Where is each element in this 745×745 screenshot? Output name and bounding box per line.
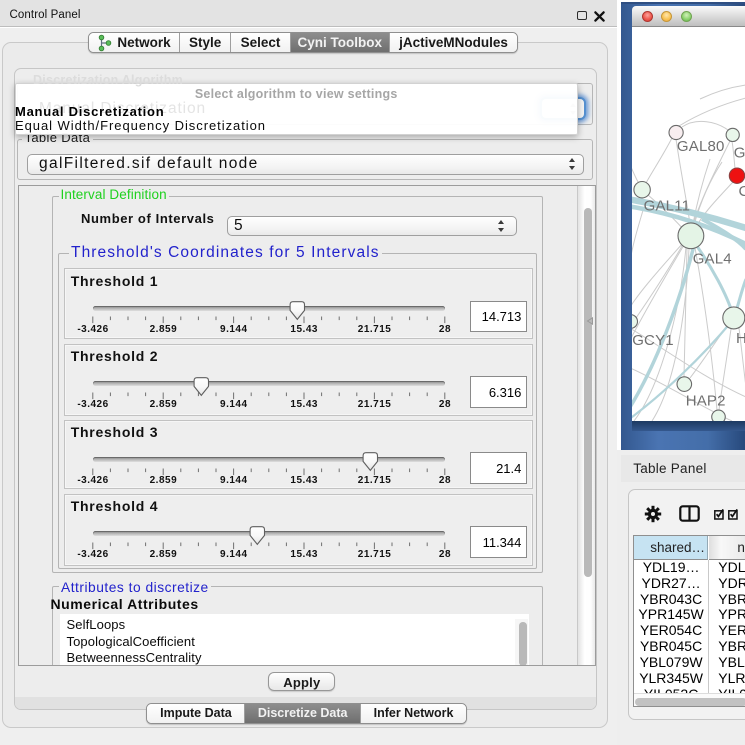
svg-text:GAL4: GAL4 <box>692 251 731 268</box>
svg-text:HAP2: HAP2 <box>685 393 725 410</box>
svg-text:GAL11: GAL11 <box>643 198 690 215</box>
svg-text:GCY1: GCY1 <box>632 332 674 349</box>
svg-text:GAL80: GAL80 <box>676 138 724 155</box>
svg-text:CY: CY <box>738 183 745 200</box>
svg-text:GAL1: GAL1 <box>733 145 745 162</box>
svg-text:HIS: HIS <box>736 330 745 347</box>
